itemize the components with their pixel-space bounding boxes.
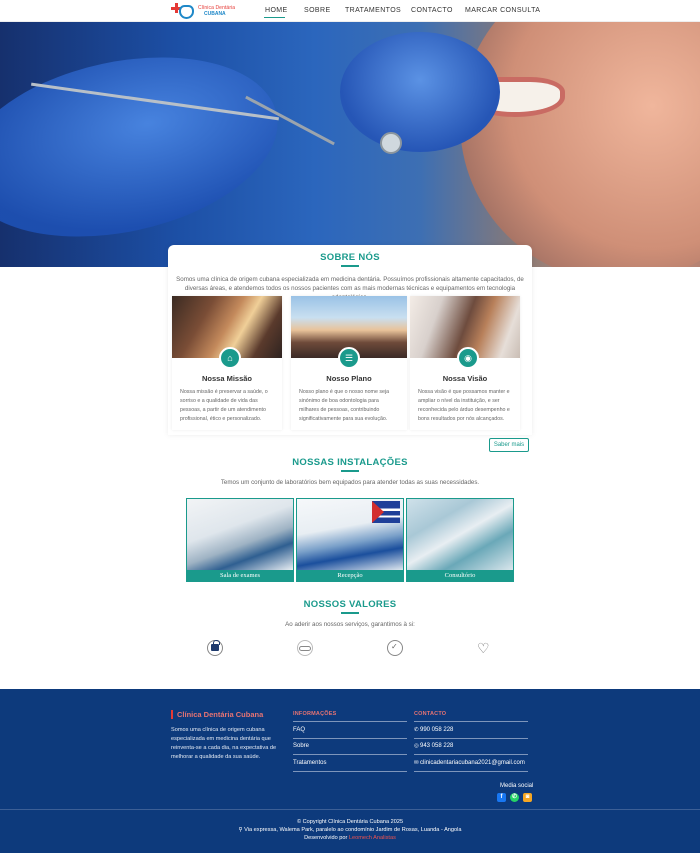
installation-sala-exames[interactable]: Sala de exames: [186, 498, 294, 582]
footer-divider: [293, 754, 407, 755]
installations-subtitle: Temos um conjunto de laboratórios bem eq…: [220, 479, 480, 486]
medal-icon: ✓: [385, 638, 405, 658]
footer-link-tratamentos[interactable]: Tratamentos: [293, 760, 326, 766]
nav-active-indicator: [264, 17, 285, 18]
installation-recepcao-image: [297, 499, 403, 570]
nav-home[interactable]: HOME: [265, 7, 288, 14]
values-title-underline: [341, 612, 359, 614]
nav-menu: HOME SOBRE TRATAMENTOS CONTACTO MARCAR C…: [0, 7, 700, 19]
house-heart-icon: ⌂: [219, 347, 241, 369]
footer-copyright: © Copyright Clínica Dentária Cubana 2025: [296, 819, 404, 825]
eye-icon: ◉: [457, 347, 479, 369]
card-visao-text: Nossa visão é que possamos manter e ampl…: [418, 389, 510, 422]
card-plano: ☰ Nosso Plano Nosso plano é que o nosso …: [291, 296, 407, 430]
card-missao-title: Nossa Missão: [201, 374, 253, 383]
footer-address: Via expressa, Walema Park, paralelo ao c…: [244, 827, 462, 833]
installation-caption: Sala de exames: [187, 570, 293, 581]
lock-icon-body: [211, 640, 220, 651]
footer-separator: [0, 809, 700, 810]
footer-divider: [414, 738, 528, 739]
clipboard-icon: ☰: [338, 347, 360, 369]
whatsapp-social-icon[interactable]: ✆: [510, 793, 519, 802]
footer-address-row: ⚲ Via expressa, Walema Park, paralelo ao…: [0, 827, 700, 833]
installation-caption: Recepção: [297, 570, 403, 581]
footer-phone2[interactable]: ◎943 058 228: [414, 743, 453, 749]
footer-developer-link[interactable]: Leomech Analistas: [349, 835, 396, 841]
hand-care-icon: [295, 638, 315, 658]
footer-divider: [414, 771, 528, 772]
footer-brand: Clínica Dentária Cubana: [171, 710, 263, 719]
footer-email[interactable]: ✉clinicadentariacubana2021@gmail.com: [414, 760, 525, 766]
installation-consultorio-image: [407, 499, 513, 570]
footer-divider: [293, 738, 407, 739]
hand-care-icon-hand: [299, 646, 311, 651]
installations-title-underline: [341, 470, 359, 472]
nav-tratamentos[interactable]: TRATAMENTOS: [345, 7, 401, 14]
hero-dental-mirror: [380, 132, 402, 154]
footer-contact-heading: CONTACTO: [414, 711, 447, 717]
footer-divider: [293, 721, 407, 722]
nav-contacto[interactable]: CONTACTO: [411, 7, 453, 14]
card-missao-text: Nossa missão é preservar a saúde, o sorr…: [180, 389, 268, 422]
footer-description: Somos uma clínica de origem cubana espec…: [171, 727, 277, 760]
handshake-heart-icon: ♡: [474, 638, 494, 658]
about-title-underline: [341, 265, 359, 267]
footer-phone1[interactable]: ✆990 058 228: [414, 727, 453, 733]
footer-developer-row: Desenvolvido por Leomech Analistas: [0, 835, 700, 841]
installation-consultorio[interactable]: Consultório: [406, 498, 514, 582]
saber-mais-button[interactable]: Saber mais: [489, 438, 529, 452]
medal-icon-star: ✓: [391, 642, 398, 651]
footer-info-heading: INFORMAÇÕES: [293, 711, 337, 717]
values-subtitle: Ao aderir aos nossos serviços, garantimo…: [285, 621, 415, 628]
facebook-icon[interactable]: f: [497, 793, 506, 802]
card-missao: ⌂ Nossa Missão Nossa missão é preservar …: [172, 296, 282, 430]
footer-developed-by: Desenvolvido por: [304, 835, 348, 841]
footer-media-label: Media social: [500, 783, 534, 789]
card-plano-text: Nosso plano é que o nosso nome seja sinó…: [299, 389, 390, 422]
lock-icon: [205, 638, 225, 658]
card-visao: ◉ Nossa Visão Nossa visão é que possamos…: [410, 296, 520, 430]
card-visao-title: Nossa Visão: [442, 374, 488, 383]
footer-phone2-text: 943 058 228: [420, 743, 454, 749]
nav-marcar-consulta[interactable]: MARCAR CONSULTA: [465, 7, 540, 14]
about-title: SOBRE NÓS: [320, 252, 380, 263]
top-navbar: Clínica Dentária CUBANA HOME SOBRE TRATA…: [0, 0, 700, 22]
installation-recepcao[interactable]: Recepção: [296, 498, 404, 582]
footer-email-text: clinicadentariacubana2021@gmail.com: [420, 760, 525, 766]
nav-sobre[interactable]: SOBRE: [304, 7, 331, 14]
footer-divider: [414, 721, 528, 722]
footer-link-faq[interactable]: FAQ: [293, 727, 305, 733]
footer-divider: [414, 754, 528, 755]
footer-phone1-text: 990 058 228: [420, 727, 454, 733]
hero-patient-face: [460, 22, 700, 267]
footer-link-sobre[interactable]: Sobre: [293, 743, 309, 749]
installations-title: NOSSAS INSTALAÇÕES: [292, 457, 408, 468]
handshake-heart-icon-glyph: ♡: [477, 640, 490, 656]
instagram-icon[interactable]: ◙: [523, 793, 532, 802]
cuban-flag-icon: [372, 501, 400, 523]
installation-sala-exames-image: [187, 499, 293, 570]
hero-image: [0, 22, 700, 267]
installation-caption: Consultório: [407, 570, 513, 581]
footer-divider: [293, 771, 407, 772]
card-plano-title: Nosso Plano: [326, 374, 372, 383]
hero-glove-right: [340, 32, 500, 152]
hero-glove-left: [0, 30, 295, 264]
values-title: NOSSOS VALORES: [303, 599, 397, 610]
